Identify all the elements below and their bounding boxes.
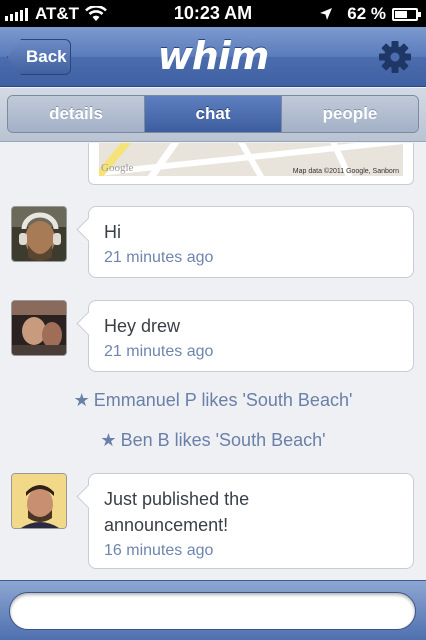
status-bar: AT&T 10:23 AM 62 % [0, 0, 426, 27]
map-thumbnail[interactable]: Google Map data ©2011 Google, Sanborn [99, 143, 403, 176]
map-logo: Google [101, 162, 134, 174]
message-text: Hi [104, 222, 121, 242]
activity-item: ★ Emmanuel P likes 'South Beach' [0, 390, 426, 411]
map-card[interactable]: Google Map data ©2011 Google, Sanborn [88, 143, 414, 185]
battery-level [395, 10, 407, 18]
tab-bar: details chat people [0, 88, 426, 142]
activity-text: Ben B likes 'South Beach' [120, 430, 326, 450]
segmented-control: details chat people [7, 95, 419, 133]
location-arrow-icon [320, 8, 333, 20]
message-time: 16 minutes ago [104, 542, 214, 559]
tab-chat[interactable]: chat [145, 96, 282, 132]
star-icon: ★ [73, 390, 90, 410]
tab-details[interactable]: details [8, 96, 145, 132]
avatar[interactable] [11, 473, 67, 529]
star-icon: ★ [100, 430, 117, 450]
message-bubble: Just published the announcement! 16 minu… [88, 473, 414, 569]
message-time: 21 minutes ago [104, 249, 214, 266]
gear-icon[interactable] [378, 40, 412, 74]
battery-icon [392, 7, 421, 21]
message-input[interactable] [9, 592, 416, 630]
app-logo: whim [157, 34, 270, 78]
battery-percent: 62 % [347, 4, 386, 23]
message-bubble: Hey drew 21 minutes ago [88, 300, 414, 372]
activity-item: ★ Ben B likes 'South Beach' [0, 430, 426, 451]
avatar[interactable] [11, 206, 67, 262]
message-bubble: Hi 21 minutes ago [88, 206, 414, 278]
tab-people[interactable]: people [282, 96, 418, 132]
navigation-bar: Back whim [0, 27, 426, 87]
activity-text: Emmanuel P likes 'South Beach' [93, 390, 353, 410]
compose-bar [0, 580, 426, 640]
message-text: Just published the announcement! [104, 489, 250, 535]
message-time: 21 minutes ago [104, 343, 214, 360]
message-text: Hey drew [104, 316, 181, 336]
chat-feed[interactable]: Google Map data ©2011 Google, Sanborn Hi… [0, 143, 426, 580]
map-credit: Map data ©2011 Google, Sanborn [292, 168, 399, 175]
avatar[interactable] [11, 300, 67, 356]
